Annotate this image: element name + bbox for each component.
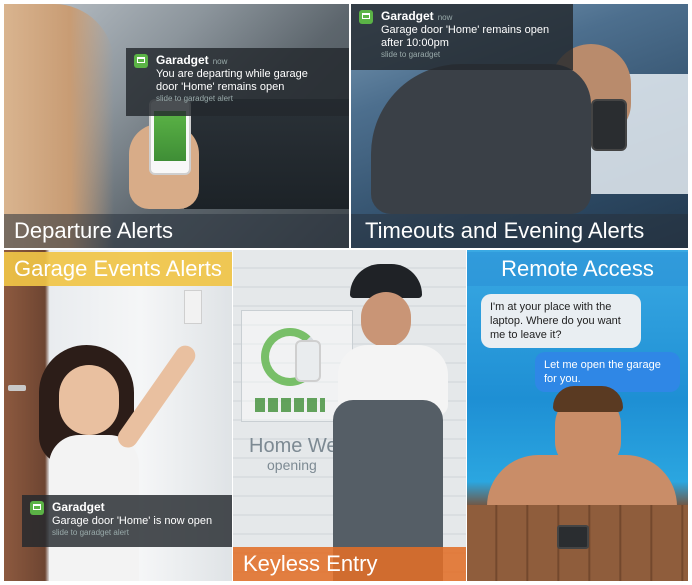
tile-remote-access: I'm at your place with the laptop. Where…	[467, 250, 688, 581]
notification-line-1: Garage door 'Home' remains open	[381, 24, 550, 36]
notification-time: now	[437, 13, 453, 22]
caption-garage-events-alerts: Garage Events Alerts	[4, 252, 232, 286]
tile-keyless-entry: Home West opening Keyless Entry	[233, 250, 466, 581]
caption-keyless-entry: Keyless Entry	[233, 547, 466, 581]
garadget-app-icon	[359, 10, 373, 24]
girl-face	[59, 365, 119, 435]
phone	[557, 525, 589, 549]
notification-line-2: after 10:00pm	[381, 37, 449, 49]
notification-line-2: door 'Home' remains open	[156, 81, 285, 93]
driver-silhouette	[4, 4, 114, 248]
wall-switch	[184, 290, 202, 324]
message-bubble-incoming: I'm at your place with the laptop. Where…	[481, 294, 641, 348]
notification-line-1: You are departing while garage	[156, 68, 308, 80]
notification-garage-event[interactable]: Garadget Garage door 'Home' is now open …	[22, 495, 232, 547]
notification-time: now	[212, 57, 228, 66]
notification-departure[interactable]: Garadget now You are departing while gara…	[126, 48, 349, 116]
notification-app-name: Garadget	[52, 500, 105, 514]
notification-app-name: Garadget	[381, 9, 434, 23]
garadget-app-icon	[30, 501, 44, 515]
tile-departure-alerts: Garadget now You are departing while gara…	[4, 4, 349, 248]
tile-timeouts-evening-alerts: Garadget now Garage door 'Home' remains o…	[351, 4, 688, 248]
tile-garage-events-alerts: Garadget Garage door 'Home' is now open …	[4, 250, 232, 581]
woman-face	[361, 292, 411, 347]
sign-bars-icon	[255, 398, 325, 412]
notification-line-1: Garage door 'Home' is now open	[52, 515, 213, 527]
caption-departure-alerts: Departure Alerts	[4, 214, 349, 248]
notification-app-name: Garadget	[156, 53, 209, 67]
caption-remote-access: Remote Access	[467, 252, 688, 286]
door-handle	[8, 385, 26, 391]
garadget-app-icon	[134, 54, 148, 68]
phone-screen	[154, 111, 186, 161]
caption-timeouts-evening-alerts: Timeouts and Evening Alerts	[351, 214, 688, 248]
notification-timeout[interactable]: Garadget now Garage door 'Home' remains o…	[351, 4, 573, 70]
phone	[295, 340, 321, 382]
phone	[591, 99, 627, 151]
notification-slide-hint: slide to garadget	[381, 50, 441, 59]
notification-slide-hint: slide to garadget alert	[52, 528, 129, 537]
notification-slide-hint: slide to garadget alert	[156, 94, 233, 103]
man-body	[371, 64, 591, 214]
sign-status: opening	[267, 457, 317, 473]
man-hair	[553, 386, 623, 412]
